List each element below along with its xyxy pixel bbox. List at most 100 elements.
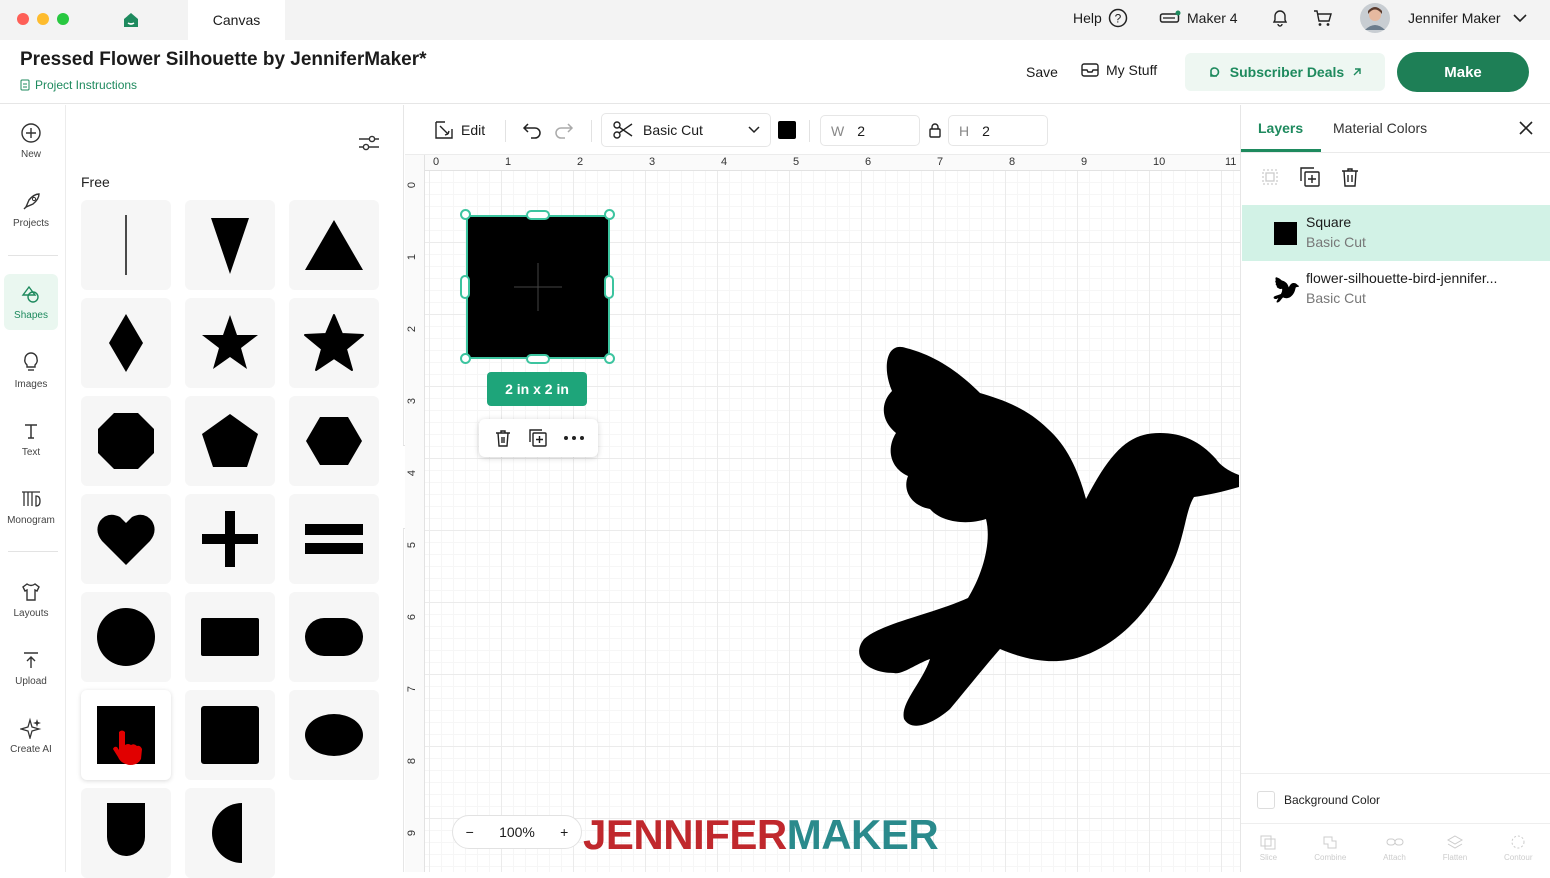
attach-label: Attach bbox=[1383, 853, 1406, 862]
save-button[interactable]: Save bbox=[1026, 64, 1058, 80]
bell-icon[interactable] bbox=[1270, 8, 1290, 28]
tab-canvas[interactable]: Canvas bbox=[188, 0, 285, 40]
resize-handle[interactable] bbox=[604, 275, 614, 299]
combine-button[interactable]: Combine bbox=[1314, 834, 1346, 862]
trash-icon[interactable] bbox=[493, 428, 513, 448]
more-options-icon[interactable] bbox=[563, 435, 585, 441]
heart-icon bbox=[97, 514, 155, 565]
object-actions-menu bbox=[479, 419, 598, 457]
help-button[interactable]: Help ? bbox=[1073, 0, 1128, 36]
shape-triangle-down[interactable] bbox=[185, 200, 275, 290]
shape-octagon[interactable] bbox=[81, 396, 171, 486]
close-window-button[interactable] bbox=[17, 13, 29, 25]
layer-item-square[interactable]: Square Basic Cut bbox=[1242, 205, 1550, 261]
shape-shield[interactable] bbox=[81, 788, 171, 878]
background-color-label: Background Color bbox=[1284, 793, 1381, 807]
avatar[interactable] bbox=[1360, 3, 1390, 33]
user-menu[interactable]: Jennifer Maker bbox=[1408, 0, 1527, 36]
ruler-tick-y: 4 bbox=[406, 469, 419, 477]
panel-divider bbox=[1241, 152, 1550, 153]
nav-new[interactable]: New bbox=[4, 113, 58, 169]
shape-pentagon[interactable] bbox=[185, 396, 275, 486]
color-swatch-button[interactable] bbox=[778, 121, 796, 139]
machine-selector[interactable]: Maker 4 bbox=[1159, 0, 1238, 36]
shape-heart[interactable] bbox=[81, 494, 171, 584]
undo-icon[interactable] bbox=[522, 121, 542, 139]
nav-text[interactable]: Text bbox=[4, 411, 58, 467]
attach-button[interactable]: Attach bbox=[1383, 834, 1406, 862]
nav-monogram[interactable]: Monogram bbox=[4, 479, 58, 535]
shape-plus[interactable] bbox=[185, 494, 275, 584]
resize-handle[interactable] bbox=[526, 210, 550, 220]
tab-layers[interactable]: Layers bbox=[1258, 105, 1303, 151]
my-stuff-button[interactable]: My Stuff bbox=[1081, 62, 1157, 78]
nav-upload-label: Upload bbox=[15, 676, 47, 687]
group-icon[interactable] bbox=[1260, 167, 1280, 187]
width-value[interactable]: 2 bbox=[857, 123, 865, 139]
star-icon bbox=[202, 315, 258, 369]
tshirt-icon bbox=[20, 581, 42, 603]
shape-hexagon[interactable] bbox=[289, 396, 379, 486]
slice-button[interactable]: Slice bbox=[1259, 834, 1277, 862]
shape-circle[interactable] bbox=[81, 592, 171, 682]
shape-line[interactable] bbox=[81, 200, 171, 290]
shape-star[interactable] bbox=[185, 298, 275, 388]
selected-square[interactable] bbox=[466, 215, 610, 359]
shape-square[interactable] bbox=[185, 690, 275, 780]
resize-handle[interactable] bbox=[604, 209, 615, 220]
duplicate-icon[interactable] bbox=[528, 428, 548, 448]
nav-layouts[interactable]: Layouts bbox=[4, 572, 58, 628]
filter-icon[interactable] bbox=[358, 134, 380, 152]
line-icon bbox=[125, 215, 127, 275]
design-canvas[interactable]: 0 1 2 3 4 5 6 7 8 9 10 11 0 1 2 3 4 5 6 7 8 9 2 in x 2 in − … bbox=[405, 155, 1240, 872]
slice-icon bbox=[1259, 834, 1277, 850]
shape-rectangle[interactable] bbox=[185, 592, 275, 682]
duplicate-layer-icon[interactable] bbox=[1299, 166, 1321, 188]
nav-create-ai[interactable]: Create AI bbox=[4, 708, 58, 764]
resize-handle[interactable] bbox=[604, 353, 615, 364]
cart-icon[interactable] bbox=[1313, 8, 1333, 28]
redo-icon[interactable] bbox=[554, 121, 574, 139]
background-color-checkbox[interactable] bbox=[1257, 791, 1275, 809]
nav-upload[interactable]: Upload bbox=[4, 640, 58, 696]
ruler-tick-x: 0 bbox=[433, 156, 440, 168]
zoom-out-button[interactable]: − bbox=[466, 824, 474, 840]
nav-images[interactable]: Images bbox=[4, 343, 58, 399]
contour-button[interactable]: Contour bbox=[1504, 834, 1533, 862]
shape-half-circle[interactable] bbox=[185, 788, 275, 878]
shape-square-hovered[interactable] bbox=[81, 690, 171, 780]
maximize-window-button[interactable] bbox=[57, 13, 69, 25]
width-field[interactable]: W 2 bbox=[820, 115, 920, 146]
lock-icon[interactable] bbox=[928, 122, 942, 138]
operation-dropdown[interactable]: Basic Cut bbox=[601, 113, 771, 147]
flatten-button[interactable]: Flatten bbox=[1443, 834, 1467, 862]
shapes-section-label: Free bbox=[81, 174, 110, 190]
minimize-window-button[interactable] bbox=[37, 13, 49, 25]
close-icon[interactable] bbox=[1518, 120, 1534, 136]
shape-diamond[interactable] bbox=[81, 298, 171, 388]
nav-projects[interactable]: Projects bbox=[4, 182, 58, 238]
make-button[interactable]: Make bbox=[1397, 52, 1529, 92]
resize-handle[interactable] bbox=[526, 354, 550, 364]
layer-item-bird[interactable]: flower-silhouette-bird-jennifer... Basic… bbox=[1242, 261, 1550, 317]
height-value[interactable]: 2 bbox=[982, 123, 990, 139]
nav-shapes[interactable]: Shapes bbox=[4, 274, 58, 330]
tab-material-colors[interactable]: Material Colors bbox=[1333, 105, 1427, 151]
bird-silhouette[interactable] bbox=[850, 343, 1240, 733]
shape-equals[interactable] bbox=[289, 494, 379, 584]
shape-star-bold[interactable] bbox=[289, 298, 379, 388]
zoom-in-button[interactable]: + bbox=[560, 824, 568, 840]
height-field[interactable]: H 2 bbox=[948, 115, 1048, 146]
resize-handle[interactable] bbox=[460, 275, 470, 299]
resize-handle[interactable] bbox=[460, 353, 471, 364]
project-instructions-link[interactable]: Project Instructions bbox=[20, 78, 137, 92]
delete-layer-icon[interactable] bbox=[1339, 166, 1361, 188]
shape-rounded-rectangle[interactable] bbox=[289, 592, 379, 682]
edit-button[interactable]: Edit bbox=[434, 105, 485, 155]
subscriber-deals-button[interactable]: Subscriber Deals bbox=[1185, 53, 1385, 91]
shape-triangle[interactable] bbox=[289, 200, 379, 290]
home-icon[interactable] bbox=[122, 11, 140, 29]
background-color-option[interactable]: Background Color bbox=[1257, 791, 1380, 809]
resize-handle[interactable] bbox=[460, 209, 471, 220]
shape-ellipse[interactable] bbox=[289, 690, 379, 780]
